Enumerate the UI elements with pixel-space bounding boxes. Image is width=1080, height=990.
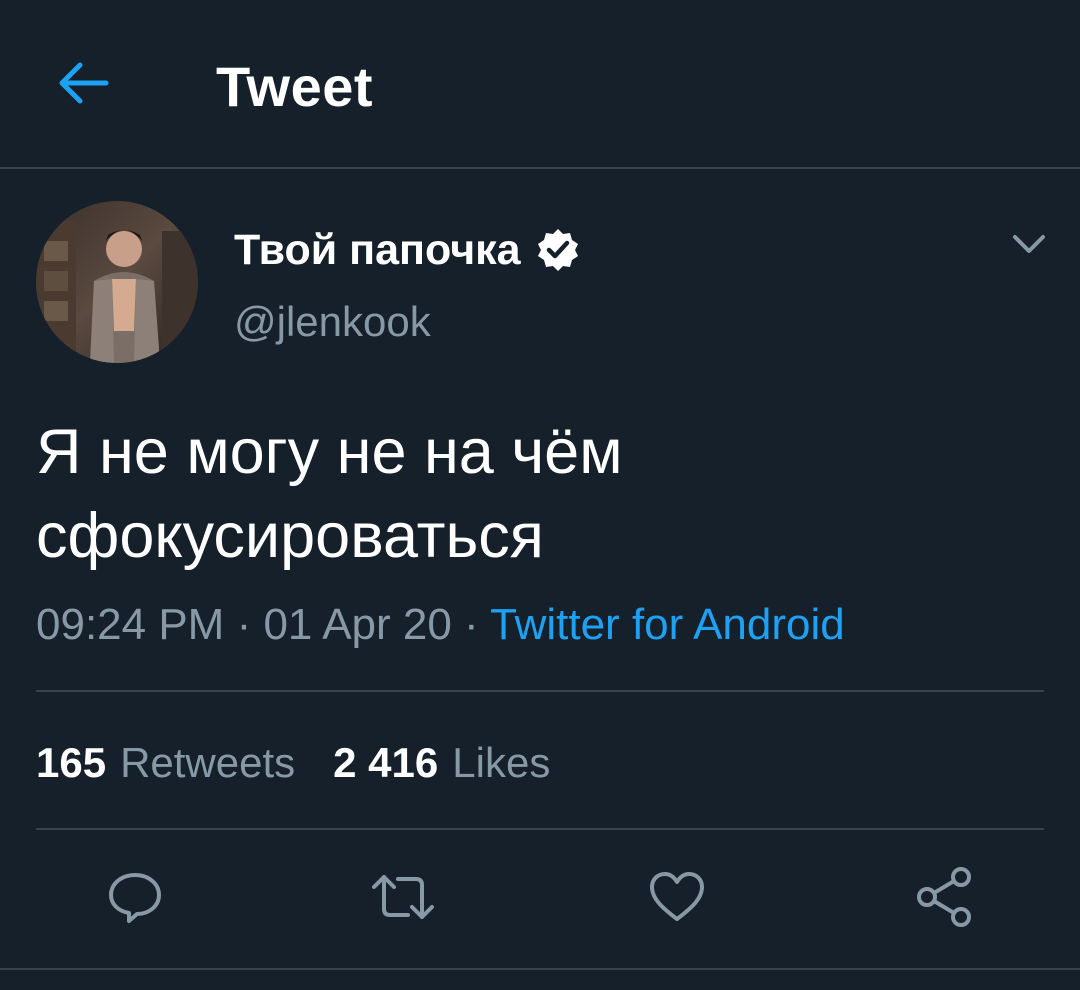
arrow-left-icon xyxy=(56,61,110,110)
tweet-time: 09:24 PM xyxy=(36,600,225,649)
retweets-stat[interactable]: 165 Retweets xyxy=(36,736,295,790)
like-button[interactable] xyxy=(644,866,710,932)
display-name[interactable]: Твой папочка xyxy=(234,222,521,278)
tweet-meta: 09:24 PM · 01 Apr 20 · Twitter for Andro… xyxy=(36,598,845,652)
likes-stat[interactable]: 2 416 Likes xyxy=(333,736,550,790)
back-button[interactable] xyxy=(50,55,116,115)
avatar[interactable] xyxy=(36,201,198,363)
tweet-stats: 165 Retweets 2 416 Likes xyxy=(36,736,550,790)
meta-separator: · xyxy=(224,600,264,649)
page-title: Tweet xyxy=(216,55,374,118)
likes-count: 2 416 xyxy=(333,739,439,786)
chevron-down-icon xyxy=(1011,233,1047,260)
share-icon xyxy=(915,866,975,932)
verified-badge-icon xyxy=(535,227,581,273)
author-handle[interactable]: @jlenkook xyxy=(234,296,431,348)
retweet-icon xyxy=(370,869,436,930)
retweet-button[interactable] xyxy=(370,866,436,932)
tweet-source-link[interactable]: Twitter for Android xyxy=(490,600,845,649)
meta-separator: · xyxy=(451,600,491,649)
divider xyxy=(36,828,1044,830)
tweet-date: 01 Apr 20 xyxy=(263,600,452,649)
top-bar: Tweet xyxy=(0,0,1080,169)
heart-icon xyxy=(647,869,707,930)
tweet-text: Я не могу не на чём сфокусироваться xyxy=(36,410,1036,578)
divider xyxy=(36,690,1044,692)
reply-button[interactable] xyxy=(102,866,168,932)
tweet-text-line: Я не могу не на чём xyxy=(36,417,623,487)
share-button[interactable] xyxy=(912,866,978,932)
retweets-label: Retweets xyxy=(120,739,296,786)
tweet-menu-button[interactable] xyxy=(1006,226,1052,266)
likes-label: Likes xyxy=(452,739,551,786)
divider xyxy=(0,968,1080,970)
reply-icon xyxy=(105,869,165,930)
author-row[interactable]: Твой папочка xyxy=(234,222,581,278)
tweet-text-line: сфокусироваться xyxy=(36,501,544,571)
retweets-count: 165 xyxy=(36,739,107,786)
